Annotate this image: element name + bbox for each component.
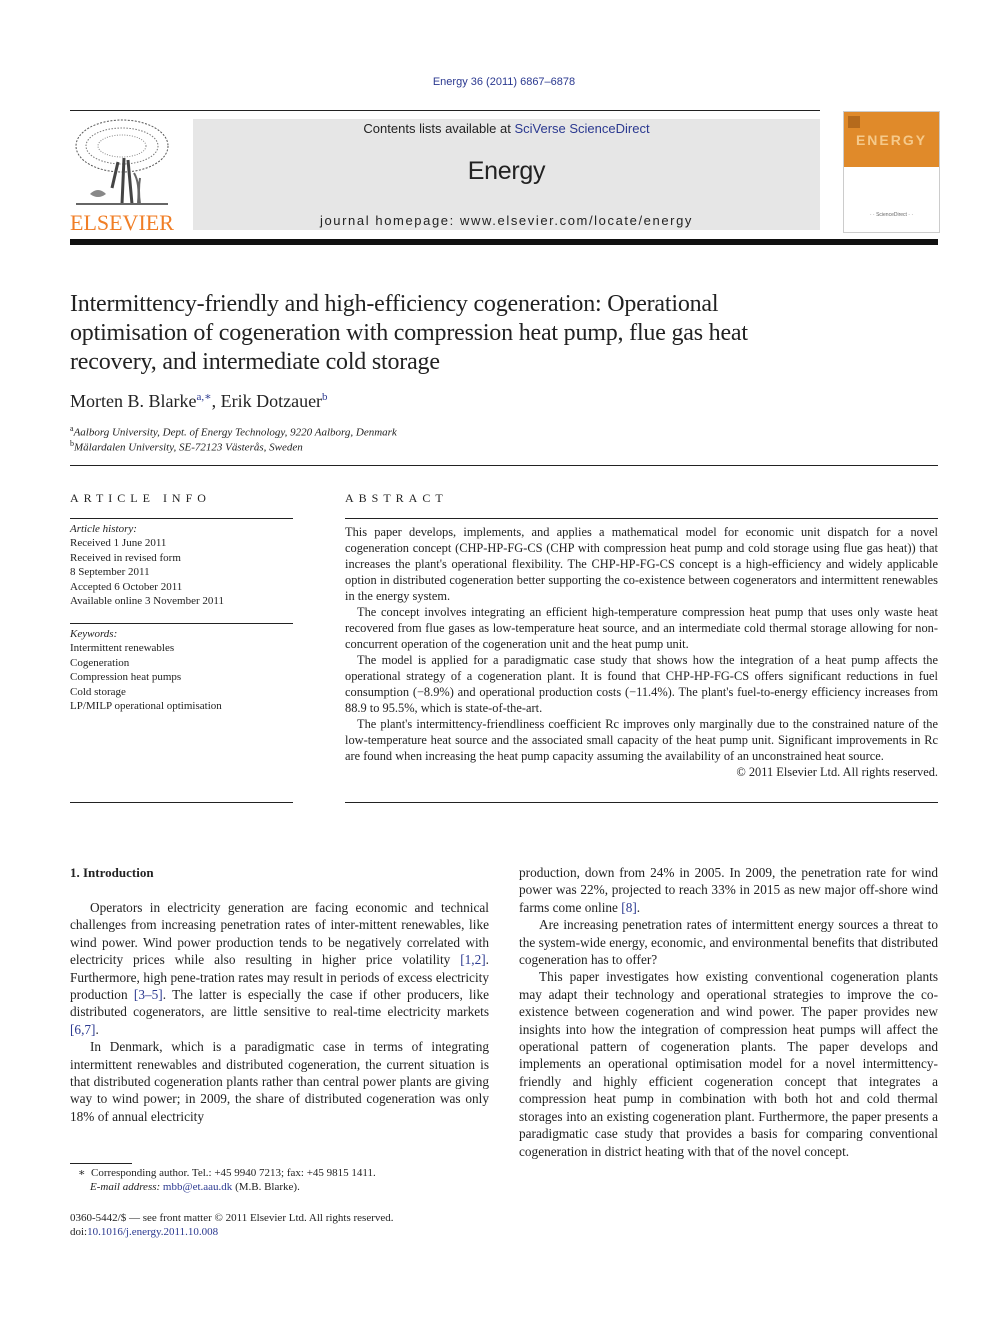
email-link[interactable]: mbb@et.aau.dk bbox=[163, 1181, 232, 1193]
body-text: Operators in electricity generation are … bbox=[70, 900, 489, 968]
section-heading-introduction: 1. Introduction bbox=[70, 865, 154, 880]
cover-logo-icon bbox=[848, 116, 860, 128]
article-title: Intermittency-friendly and high-efficien… bbox=[70, 291, 748, 375]
affiliation: aAalborg University, Dept. of Energy Tec… bbox=[70, 424, 397, 439]
journal-title: Energy bbox=[467, 157, 546, 185]
abstract-rule bbox=[345, 518, 938, 519]
footnote-mark: ∗ bbox=[78, 1167, 86, 1179]
history-item: Received in revised form bbox=[70, 551, 181, 564]
author-marks[interactable]: a,∗ bbox=[196, 391, 211, 403]
doi-link[interactable]: 10.1016/j.energy.2011.10.008 bbox=[87, 1226, 218, 1238]
intro-left-column: Operators in electricity generation are … bbox=[70, 899, 489, 1125]
body-paragraph: This paper investigates how existing con… bbox=[519, 968, 938, 1159]
journal-banner: Contents lists available at SciVerse Sci… bbox=[193, 119, 820, 230]
affiliation-text: Mälardalen University, SE-72123 Västerås… bbox=[74, 441, 303, 454]
cover-band: ENERGY bbox=[844, 112, 939, 167]
keyword-item[interactable]: Compression heat pumps bbox=[70, 670, 295, 684]
email-label: E-mail address: bbox=[90, 1181, 163, 1193]
article-history: Article history: Received 1 June 2011 Re… bbox=[70, 522, 295, 608]
footnote-text: Corresponding author. Tel.: +45 9940 721… bbox=[90, 1167, 376, 1179]
author-separator: , bbox=[211, 391, 221, 411]
journal-cover-thumbnail[interactable]: ENERGY · · ScienceDirect · · bbox=[843, 111, 940, 233]
affiliation: bMälardalen University, SE-72123 Västerå… bbox=[70, 439, 303, 454]
doi-line: doi:10.1016/j.energy.2011.10.008 bbox=[70, 1226, 218, 1238]
body-text: In Denmark, which is a paradigmatic case… bbox=[70, 1039, 489, 1124]
abstract-bottom-rule bbox=[345, 802, 938, 803]
reference-link[interactable]: [6,7] bbox=[70, 1022, 95, 1037]
history-item: Accepted 6 October 2011 bbox=[70, 580, 183, 593]
author-marks[interactable]: b bbox=[322, 391, 328, 403]
abstract-copyright: © 2011 Elsevier Ltd. All rights reserved… bbox=[736, 765, 938, 779]
body-text: Are increasing penetration rates of inte… bbox=[519, 917, 938, 968]
corresponding-author-footnote: ∗ Corresponding author. Tel.: +45 9940 7… bbox=[78, 1166, 376, 1179]
author-name[interactable]: Morten B. Blarke bbox=[70, 391, 196, 411]
doi-label: doi: bbox=[70, 1226, 88, 1238]
history-item: Received 1 June 2011 bbox=[70, 537, 167, 550]
sciencedirect-link[interactable]: SciVerse ScienceDirect bbox=[514, 121, 649, 136]
reference-link[interactable]: [3–5] bbox=[134, 987, 163, 1002]
body-text: production, down from 24% in 2005. In 20… bbox=[519, 865, 938, 915]
reference-link[interactable]: [8] bbox=[621, 900, 637, 915]
keyword-item[interactable]: Intermittent renewables bbox=[70, 641, 295, 655]
abstract-paragraph: The plant's intermittency-friendliness c… bbox=[345, 717, 938, 763]
info-bottom-rule bbox=[70, 802, 293, 803]
cover-title: ENERGY bbox=[855, 132, 928, 148]
body-paragraph: Operators in electricity generation are … bbox=[70, 899, 489, 1038]
cover-sciencedirect-mark: · · ScienceDirect · · bbox=[869, 212, 914, 218]
author-list: Morten B. Blarkea,∗, Erik Dotzauerb bbox=[70, 390, 328, 412]
abstract-paragraph: The model is applied for a paradigmatic … bbox=[345, 653, 938, 715]
body-text: . bbox=[95, 1021, 99, 1037]
keyword-item[interactable]: Cold storage bbox=[70, 685, 295, 699]
email-footnote: E-mail address: mbb@et.aau.dk (M.B. Blar… bbox=[90, 1181, 300, 1193]
history-label: Article history: bbox=[70, 523, 137, 535]
body-paragraph: In Denmark, which is a paradigmatic case… bbox=[70, 1038, 489, 1125]
abstract-paragraph: The concept involves integrating an effi… bbox=[345, 605, 938, 651]
issn-line: 0360-5442/$ — see front matter © 2011 El… bbox=[70, 1212, 394, 1224]
article-info-rule bbox=[70, 518, 293, 519]
journal-citation[interactable]: Energy 36 (2011) 6867–6878 bbox=[0, 76, 992, 88]
history-item: Available online 3 November 2011 bbox=[70, 595, 224, 608]
abstract-heading: ABSTRACT bbox=[345, 491, 448, 505]
footnote-rule bbox=[70, 1163, 132, 1164]
body-paragraph: Are increasing penetration rates of inte… bbox=[519, 916, 938, 968]
intro-right-column: production, down from 24% in 2005. In 20… bbox=[519, 864, 938, 1160]
email-suffix: (M.B. Blarke). bbox=[232, 1181, 300, 1193]
body-text: This paper investigates how existing con… bbox=[519, 969, 938, 1159]
contents-prefix: Contents lists available at bbox=[363, 121, 515, 136]
article-info-heading: ARTICLE INFO bbox=[70, 491, 211, 505]
keywords-label: Keywords: bbox=[70, 628, 118, 640]
affiliation-text: Aalborg University, Dept. of Energy Tech… bbox=[73, 426, 397, 439]
body-paragraph: production, down from 24% in 2005. In 20… bbox=[519, 864, 938, 916]
history-item: 8 September 2011 bbox=[70, 566, 150, 579]
keyword-item[interactable]: LP/MILP operational optimisation bbox=[70, 699, 295, 713]
elsevier-tree-icon bbox=[75, 119, 169, 205]
reference-link[interactable]: [1,2] bbox=[460, 952, 485, 967]
keywords-rule bbox=[70, 623, 293, 624]
body-text: . bbox=[636, 899, 641, 915]
abstract-body: This paper develops, implements, and app… bbox=[345, 524, 938, 780]
contents-line: Contents lists available at SciVerse Sci… bbox=[193, 121, 820, 136]
keyword-item[interactable]: Cogeneration bbox=[70, 656, 295, 670]
abstract-paragraph: This paper develops, implements, and app… bbox=[345, 525, 938, 603]
header-rule bbox=[70, 110, 820, 111]
header-thick-rule bbox=[70, 239, 938, 245]
keywords: Keywords: Intermittent renewables Cogene… bbox=[70, 627, 295, 713]
elsevier-logo[interactable]: ELSEVIER bbox=[70, 118, 174, 235]
author-name[interactable]: Erik Dotzauer bbox=[221, 391, 322, 411]
elsevier-wordmark: ELSEVIER bbox=[70, 210, 174, 235]
title-rule bbox=[70, 465, 938, 466]
journal-homepage[interactable]: journal homepage: www.elsevier.com/locat… bbox=[193, 213, 820, 228]
